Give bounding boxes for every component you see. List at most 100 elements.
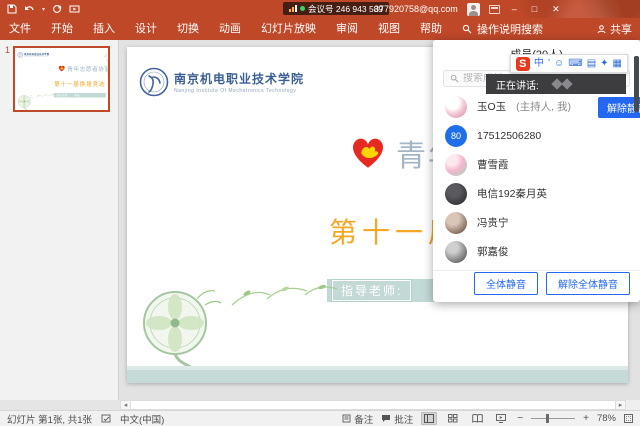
zoom-slider-thumb[interactable] <box>546 414 549 423</box>
member-name: 玉O玉 <box>477 99 506 114</box>
tab-design[interactable]: 设计 <box>125 18 167 40</box>
member-row[interactable]: 电信192秦月英 <box>433 179 640 208</box>
tell-me-label: 操作说明搜索 <box>477 21 543 37</box>
mute-all-button[interactable]: 全体静音 <box>474 272 538 295</box>
ime-s-logo[interactable]: S <box>516 57 530 71</box>
ime-punct-icon[interactable]: ’ <box>548 59 550 69</box>
titlebar: ▾ 会议号 246 943 589 377920758@qq.com – □ ✕ <box>0 0 640 18</box>
spellcheck-icon[interactable] <box>101 414 111 424</box>
volunteer-heart-icon <box>349 136 387 170</box>
redo-icon[interactable] <box>52 4 62 14</box>
tab-slideshow[interactable]: 幻灯片放映 <box>251 18 326 40</box>
slide-count-label: 幻灯片 第1张, 共1张 <box>7 412 92 426</box>
status-bar: 幻灯片 第1张, 共1张 中文(中国) 备注 批注 − + 78% <box>0 410 640 426</box>
ribbon-tab-bar: 文件 开始 插入 设计 切换 动画 幻灯片放映 审阅 视图 帮助 操作说明搜索 … <box>0 18 640 40</box>
tab-insert[interactable]: 插入 <box>83 18 125 40</box>
maximize-button[interactable]: □ <box>529 0 540 18</box>
save-icon[interactable] <box>7 4 17 14</box>
reading-view-button[interactable] <box>469 412 485 425</box>
tab-animations[interactable]: 动画 <box>209 18 251 40</box>
member-list-scrollbar[interactable] <box>634 56 639 112</box>
scrollbar-track[interactable] <box>131 400 615 410</box>
tab-transitions[interactable]: 切换 <box>167 18 209 40</box>
notes-toggle[interactable]: 备注 <box>342 412 373 426</box>
ime-toolbox-icon[interactable]: ▦ <box>613 59 622 69</box>
tab-help[interactable]: 帮助 <box>410 18 452 40</box>
advisor-label: 指导老师: <box>332 280 411 301</box>
comments-label: 批注 <box>394 412 413 426</box>
zoom-out-button[interactable]: − <box>517 413 523 424</box>
ime-lang-icon[interactable]: 中 <box>534 59 544 69</box>
recording-dot-icon <box>300 6 305 11</box>
member-name: 冯贵宁 <box>477 215 509 230</box>
search-icon <box>450 74 459 83</box>
comment-icon <box>381 414 391 423</box>
school-emblem-icon <box>17 52 23 58</box>
school-emblem-icon <box>139 67 169 97</box>
account-email[interactable]: 377920758@qq.com <box>374 4 458 14</box>
zoom-slider[interactable] <box>531 418 575 419</box>
school-name-block: 南京机电职业技术学院 Nanjing Institute Of Mechatro… <box>24 52 49 57</box>
account-avatar[interactable] <box>467 3 480 16</box>
member-name: 曹雪霞 <box>477 157 509 172</box>
share-button[interactable]: 共享 <box>597 18 632 40</box>
workspace: 1 南京机电职业技术学院 Nanjing Institute Of Mechat… <box>0 40 640 400</box>
ime-keyboard-icon[interactable]: ⌨ <box>568 59 582 69</box>
ime-emoji-icon[interactable]: ☺ <box>554 59 564 69</box>
undo-dropdown-icon[interactable]: ▾ <box>42 6 45 13</box>
member-row[interactable]: 冯贵宁 <box>433 208 640 237</box>
scroll-left-icon[interactable]: ◂ <box>120 400 131 410</box>
school-logo-row: 南京机电职业技术学院 Nanjing Institute Of Mechatro… <box>17 52 49 58</box>
tab-home[interactable]: 开始 <box>41 18 83 40</box>
tab-file[interactable]: 文件 <box>0 18 41 40</box>
panel-footer: 全体静音 解除全体静音 <box>474 272 630 295</box>
slide-number: 1 <box>5 45 10 55</box>
member-avatar <box>445 212 467 234</box>
slide-sorter-view-button[interactable] <box>445 412 461 425</box>
slideshow-view-button[interactable] <box>493 412 509 425</box>
tab-review[interactable]: 审阅 <box>326 18 368 40</box>
slide-thumbnail[interactable]: 南京机电职业技术学院 Nanjing Institute Of Mechatro… <box>13 46 110 112</box>
meeting-members-panel: 成员(20人) S 中 ’ ☺ ⌨ ▤ ✦ ▦ 正在讲话: 玉O玉 (主持人, … <box>433 40 640 302</box>
ime-handwrite-icon[interactable]: ▤ <box>587 59 596 69</box>
search-icon <box>462 24 472 34</box>
member-row[interactable]: 郭嘉俊 <box>433 237 640 266</box>
member-row[interactable]: 玉O玉 (主持人, 我) 解除静音 <box>433 92 640 121</box>
fit-slide-icon[interactable] <box>624 414 633 423</box>
undo-icon[interactable] <box>24 5 35 14</box>
minimize-button[interactable]: – <box>509 0 520 18</box>
zoom-in-button[interactable]: + <box>583 413 589 424</box>
slide-canvas[interactable]: 南京机电职业技术学院 Nanjing Institute Of Mechatro… <box>15 48 110 112</box>
member-avatar <box>445 96 467 118</box>
zoom-level-label[interactable]: 78% <box>597 413 616 424</box>
language-label[interactable]: 中文(中国) <box>120 412 164 426</box>
scrollbar-corner <box>626 400 640 410</box>
slide-subtitle: 第十一届换届竞选 <box>54 80 105 88</box>
vine-illustration <box>103 53 110 76</box>
member-row[interactable]: 80 17512506280 <box>433 121 640 150</box>
ime-toolbar[interactable]: S 中 ’ ☺ ⌨ ▤ ✦ ▦ <box>510 54 628 73</box>
signal-icon <box>289 5 297 12</box>
member-avatar <box>445 183 467 205</box>
tab-view[interactable]: 视图 <box>368 18 410 40</box>
meeting-id-label: 会议号 246 943 589 <box>308 3 383 15</box>
comments-toggle[interactable]: 批注 <box>381 412 413 426</box>
member-name: 17512506280 <box>477 130 541 142</box>
school-name: 南京机电职业技术学院 <box>174 70 304 87</box>
school-name-en: Nanjing Institute Of Mechatronics Techno… <box>24 56 49 57</box>
normal-view-button[interactable] <box>421 412 437 425</box>
reading-view-icon <box>472 414 483 423</box>
start-slideshow-icon[interactable] <box>69 5 80 14</box>
slide-title-row: 青年志愿者协会 <box>58 64 110 73</box>
tell-me-search[interactable]: 操作说明搜索 <box>462 21 543 37</box>
ribbon-display-options-icon[interactable] <box>489 5 500 14</box>
horizontal-scrollbar: ◂ ▸ <box>120 400 640 410</box>
member-name: 电信192秦月英 <box>477 186 547 201</box>
member-row[interactable]: 曹雪霞 <box>433 150 640 179</box>
quick-access-toolbar: ▾ <box>7 4 80 14</box>
speaking-logo-icon <box>553 80 571 88</box>
scroll-right-icon[interactable]: ▸ <box>615 400 626 410</box>
ime-skin-icon[interactable]: ✦ <box>600 59 608 69</box>
close-button[interactable]: ✕ <box>549 0 563 18</box>
unmute-all-button[interactable]: 解除全体静音 <box>546 272 630 295</box>
